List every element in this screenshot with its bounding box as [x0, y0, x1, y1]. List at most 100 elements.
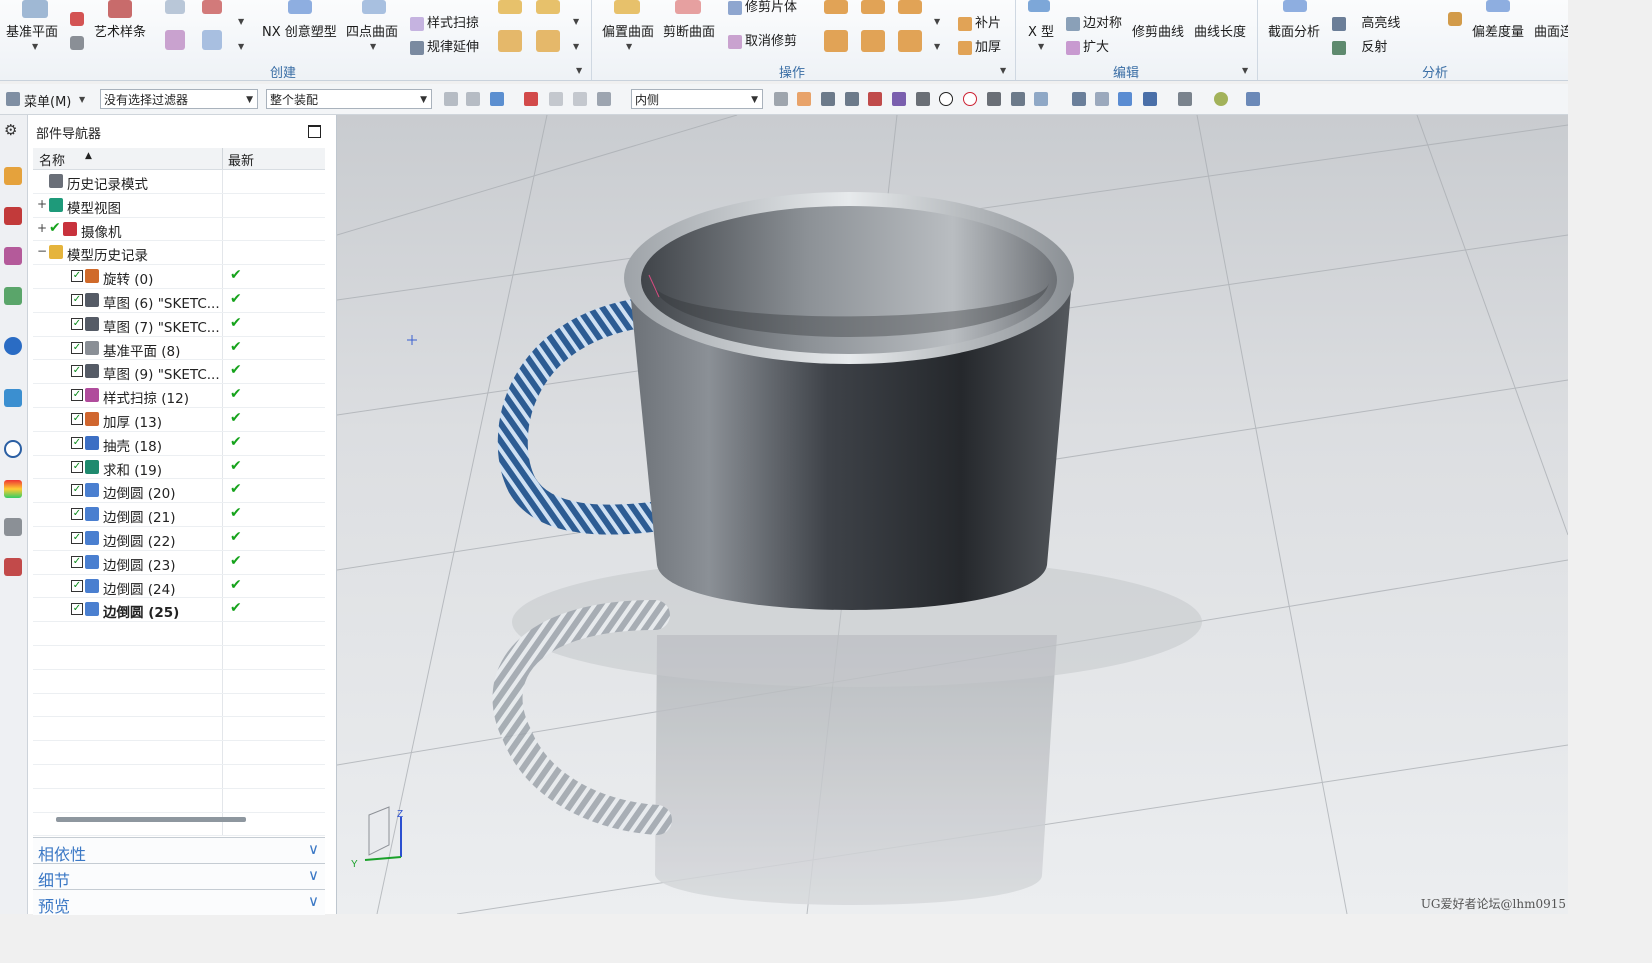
- x-form-button[interactable]: X 型: [1028, 21, 1054, 40]
- box-icon[interactable]: [824, 0, 848, 14]
- tree-row[interactable]: ✓ 基准平面 (8) ✔: [33, 336, 325, 361]
- extend-icon[interactable]: [202, 30, 222, 50]
- shaded-icon[interactable]: [774, 92, 788, 106]
- box-icon[interactable]: [898, 0, 922, 14]
- gear-icon[interactable]: ⚙: [4, 121, 22, 139]
- visibility-checkbox[interactable]: ✓: [71, 341, 83, 354]
- circle-icon[interactable]: [963, 92, 977, 106]
- tree-row[interactable]: ✓ 加厚 (13) ✔: [33, 407, 325, 432]
- expand-toggle-icon[interactable]: +: [37, 197, 47, 211]
- visibility-checkbox[interactable]: ✓: [71, 293, 83, 306]
- snap-icon[interactable]: [524, 92, 538, 106]
- tree-row[interactable]: ✓ 边倒圆 (21) ✔: [33, 503, 325, 527]
- tree-row[interactable]: + 模型视图: [33, 193, 325, 218]
- visibility-checkbox[interactable]: ✓: [71, 603, 83, 616]
- tree-row[interactable]: ✓ 求和 (19) ✔: [33, 455, 325, 480]
- line-icon[interactable]: [1011, 92, 1025, 106]
- horizontal-scrollbar[interactable]: [56, 817, 246, 822]
- patch-button[interactable]: 补片: [958, 12, 1001, 31]
- section-dependencies[interactable]: 相依性 ∨: [33, 837, 325, 864]
- highlight-lines-button[interactable]: 高亮线: [1332, 12, 1400, 31]
- visibility-checkbox[interactable]: ✓: [71, 365, 83, 378]
- graphics-window[interactable]: Z Y UG爱好者论坛@lhm0915: [337, 115, 1568, 914]
- trim-curve-button[interactable]: 修剪曲线: [1132, 21, 1184, 40]
- chevron-down-icon[interactable]: ▼: [1000, 66, 1006, 75]
- tree-row[interactable]: ✓ 边倒圆 (22) ✔: [33, 526, 325, 551]
- nx-creative-button[interactable]: NX 创意塑型: [262, 21, 337, 40]
- cube-icon[interactable]: [797, 92, 811, 106]
- chevron-down-icon[interactable]: ▼: [79, 95, 85, 104]
- extrude-icon[interactable]: [824, 30, 848, 52]
- four-point-surface-button[interactable]: 四点曲面: [346, 21, 398, 40]
- styled-sweep-button[interactable]: 样式扫掠: [410, 12, 479, 31]
- tree-row[interactable]: ✓ 抽壳 (18) ✔: [33, 431, 325, 456]
- select-icon[interactable]: [466, 92, 480, 106]
- chevron-down-icon[interactable]: ▼: [32, 42, 38, 51]
- trim-sheet-button[interactable]: 修剪片体: [728, 0, 797, 15]
- render-style-icon[interactable]: [1178, 92, 1192, 106]
- law-extension-button[interactable]: 规律延伸: [410, 36, 479, 55]
- maximize-icon[interactable]: [308, 125, 321, 138]
- thicken-button[interactable]: 加厚: [958, 36, 1001, 55]
- art-spline-button[interactable]: 艺术样条: [94, 21, 146, 40]
- box-select-icon[interactable]: [597, 92, 611, 106]
- chevron-down-icon[interactable]: ▼: [573, 17, 579, 26]
- chevron-down-icon[interactable]: ▼: [370, 42, 376, 51]
- sphere-icon[interactable]: [1214, 92, 1228, 106]
- bridge-icon[interactable]: [165, 0, 185, 14]
- tree-row[interactable]: ✓ 边倒圆 (23) ✔: [33, 550, 325, 575]
- assembly-navigator-icon[interactable]: [4, 207, 22, 225]
- cross-icon[interactable]: [987, 92, 1001, 106]
- section-analysis-button[interactable]: 截面分析: [1268, 21, 1320, 40]
- feature-select-icon[interactable]: [490, 92, 504, 106]
- intersect-icon[interactable]: [916, 92, 930, 106]
- reflection-button[interactable]: 反射: [1332, 36, 1387, 55]
- datum-plane-button[interactable]: 基准平面: [6, 21, 58, 40]
- tree-row[interactable]: ✓ 草图 (6) "SKETC... ✔: [33, 288, 325, 313]
- spline-icon[interactable]: [892, 92, 906, 106]
- select-icon[interactable]: [444, 92, 458, 106]
- cube-icon[interactable]: [861, 30, 885, 52]
- expand-toggle-icon[interactable]: +: [37, 221, 47, 235]
- process-studio-icon[interactable]: [4, 518, 22, 536]
- column-header-latest[interactable]: 最新: [228, 150, 254, 169]
- pattern-icon[interactable]: [898, 30, 922, 52]
- column-divider[interactable]: [222, 148, 223, 169]
- spring-icon[interactable]: [70, 36, 84, 50]
- untrim-button[interactable]: 取消修剪: [728, 30, 797, 49]
- plane-icon[interactable]: [165, 30, 185, 50]
- tree-row[interactable]: ✓ 边倒圆 (20) ✔: [33, 479, 325, 504]
- tree-row[interactable]: ✓ 样式扫掠 (12) ✔: [33, 384, 325, 408]
- layers-icon[interactable]: [498, 30, 522, 52]
- visibility-checkbox[interactable]: ✓: [71, 508, 83, 521]
- history-icon[interactable]: [4, 440, 22, 458]
- tree-row[interactable]: ✓ 边倒圆 (25) ✔: [33, 598, 325, 623]
- curve-length-button[interactable]: 曲线长度: [1194, 21, 1246, 40]
- visibility-checkbox[interactable]: ✓: [71, 555, 83, 568]
- chevron-down-icon[interactable]: ▼: [1038, 42, 1044, 51]
- snap-icon[interactable]: [573, 92, 587, 106]
- tree-row[interactable]: 历史记录模式: [33, 170, 325, 194]
- zoom-icon[interactable]: [1095, 92, 1109, 106]
- info-icon[interactable]: [4, 337, 22, 355]
- tree-row[interactable]: ✓ 草图 (7) "SKETC... ✔: [33, 312, 325, 337]
- rotate-icon[interactable]: [1118, 92, 1132, 106]
- chevron-down-icon[interactable]: ▼: [576, 66, 582, 75]
- line-icon[interactable]: [845, 92, 859, 106]
- offset-surface-button[interactable]: 偏置曲面: [602, 21, 654, 40]
- visibility-checkbox[interactable]: ✓: [71, 436, 83, 449]
- column-header-name[interactable]: 名称: [39, 150, 65, 169]
- surface-icon[interactable]: [536, 0, 560, 14]
- snap-icon[interactable]: [549, 92, 563, 106]
- reuse-library-icon[interactable]: [4, 287, 22, 305]
- tree-row[interactable]: − 模型历史记录: [33, 241, 325, 266]
- visibility-checkbox[interactable]: ✓: [71, 531, 83, 544]
- chevron-down-icon[interactable]: ▼: [934, 42, 940, 51]
- visibility-checkbox[interactable]: ✓: [71, 389, 83, 402]
- edge-symmetry-button[interactable]: 边对称: [1066, 12, 1122, 31]
- curve-icon[interactable]: [70, 12, 84, 26]
- chevron-down-icon[interactable]: ▼: [238, 42, 244, 51]
- section-preview[interactable]: 预览 ∨: [33, 889, 325, 916]
- loop-icon[interactable]: [202, 0, 222, 14]
- roles-icon[interactable]: [4, 558, 22, 576]
